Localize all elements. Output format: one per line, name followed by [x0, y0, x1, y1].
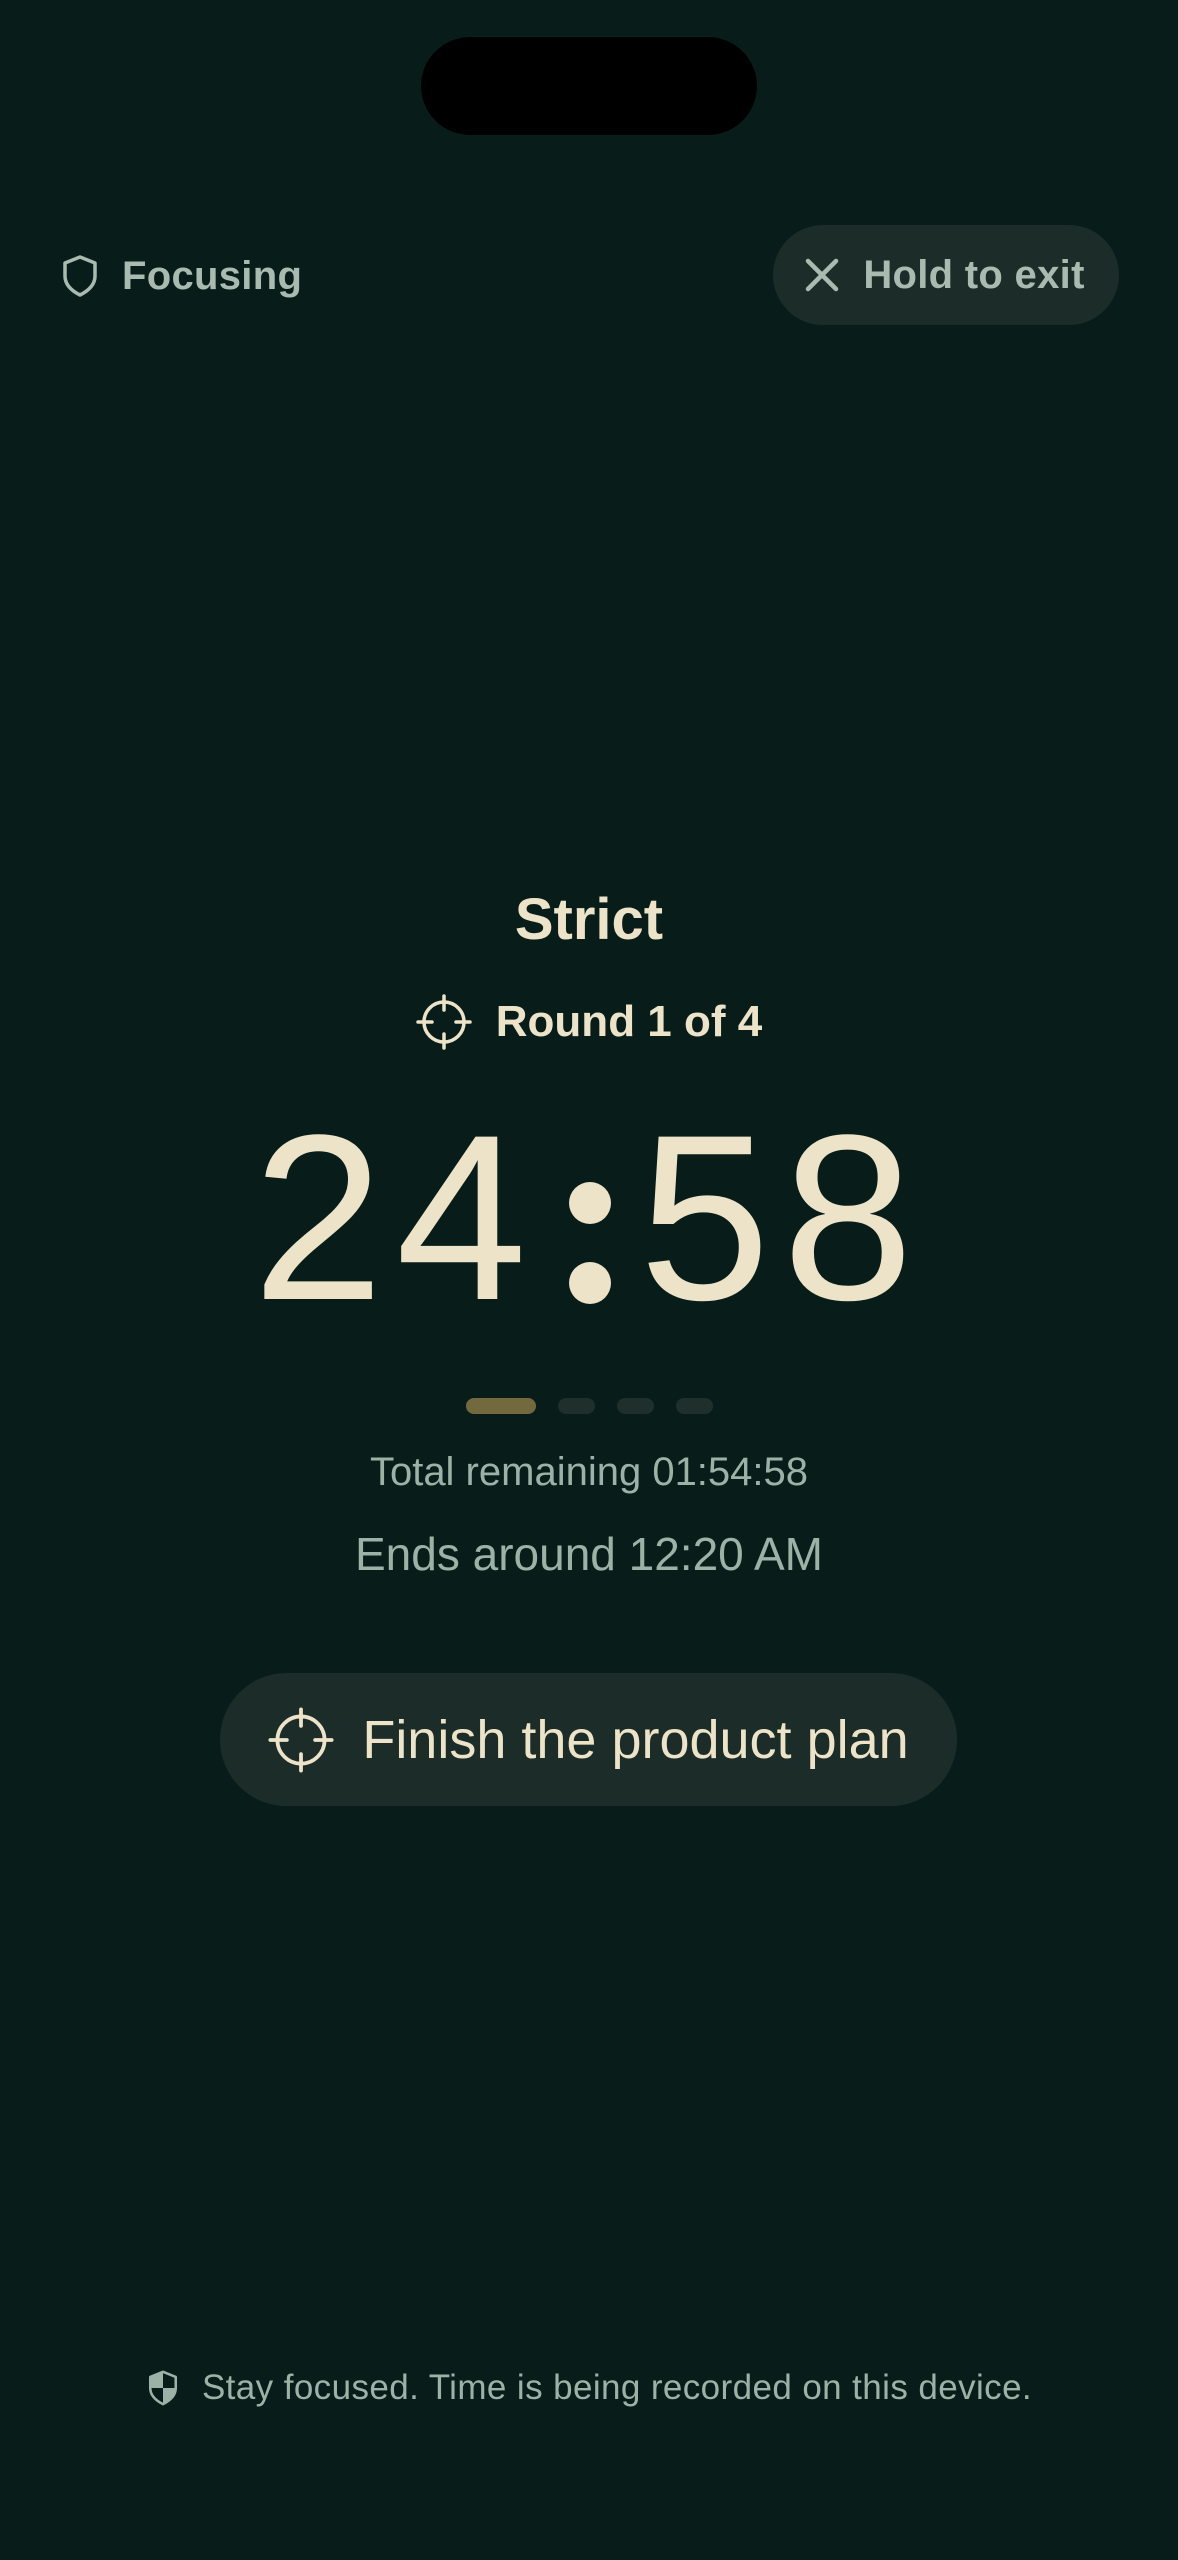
focus-status-label: Focusing [122, 253, 303, 298]
round-progress-segment [465, 1398, 536, 1414]
close-icon [803, 256, 841, 294]
shield-icon [60, 254, 100, 298]
round-progress-segment [557, 1398, 595, 1414]
crosshair-icon [416, 994, 472, 1050]
timer-colon [539, 1098, 639, 1338]
round-progress [0, 1398, 1178, 1414]
round-progress-segment [616, 1398, 654, 1414]
hold-to-exit-label: Hold to exit [863, 252, 1085, 297]
current-task-label: Finish the product plan [362, 1709, 909, 1770]
round-progress-segment [675, 1398, 713, 1414]
footer-message: Stay focused. Time is being recorded on … [201, 2368, 1033, 2407]
camera-notch [421, 37, 757, 135]
round-indicator: Round 1 of 4 [0, 990, 1178, 1054]
total-remaining: Total remaining 01:54:58 [369, 1450, 809, 1494]
timer-seconds: 58 [639, 1086, 926, 1350]
footer-notice: Stay focused. Time is being recorded on … [0, 2360, 1178, 2416]
shield-check-icon [146, 2369, 180, 2407]
timer-minutes: 24 [252, 1086, 539, 1350]
session-mode-title: Strict [514, 887, 664, 952]
round-label: Round 1 of 4 [495, 997, 763, 1046]
countdown-timer: 24 58 [0, 1098, 1178, 1338]
current-task[interactable]: Finish the product plan [220, 1673, 957, 1806]
hold-to-exit-button[interactable]: Hold to exit [773, 225, 1119, 325]
focus-status: Focusing [60, 248, 302, 304]
crosshair-icon [268, 1706, 334, 1773]
ends-around: Ends around 12:20 AM [355, 1528, 823, 1580]
